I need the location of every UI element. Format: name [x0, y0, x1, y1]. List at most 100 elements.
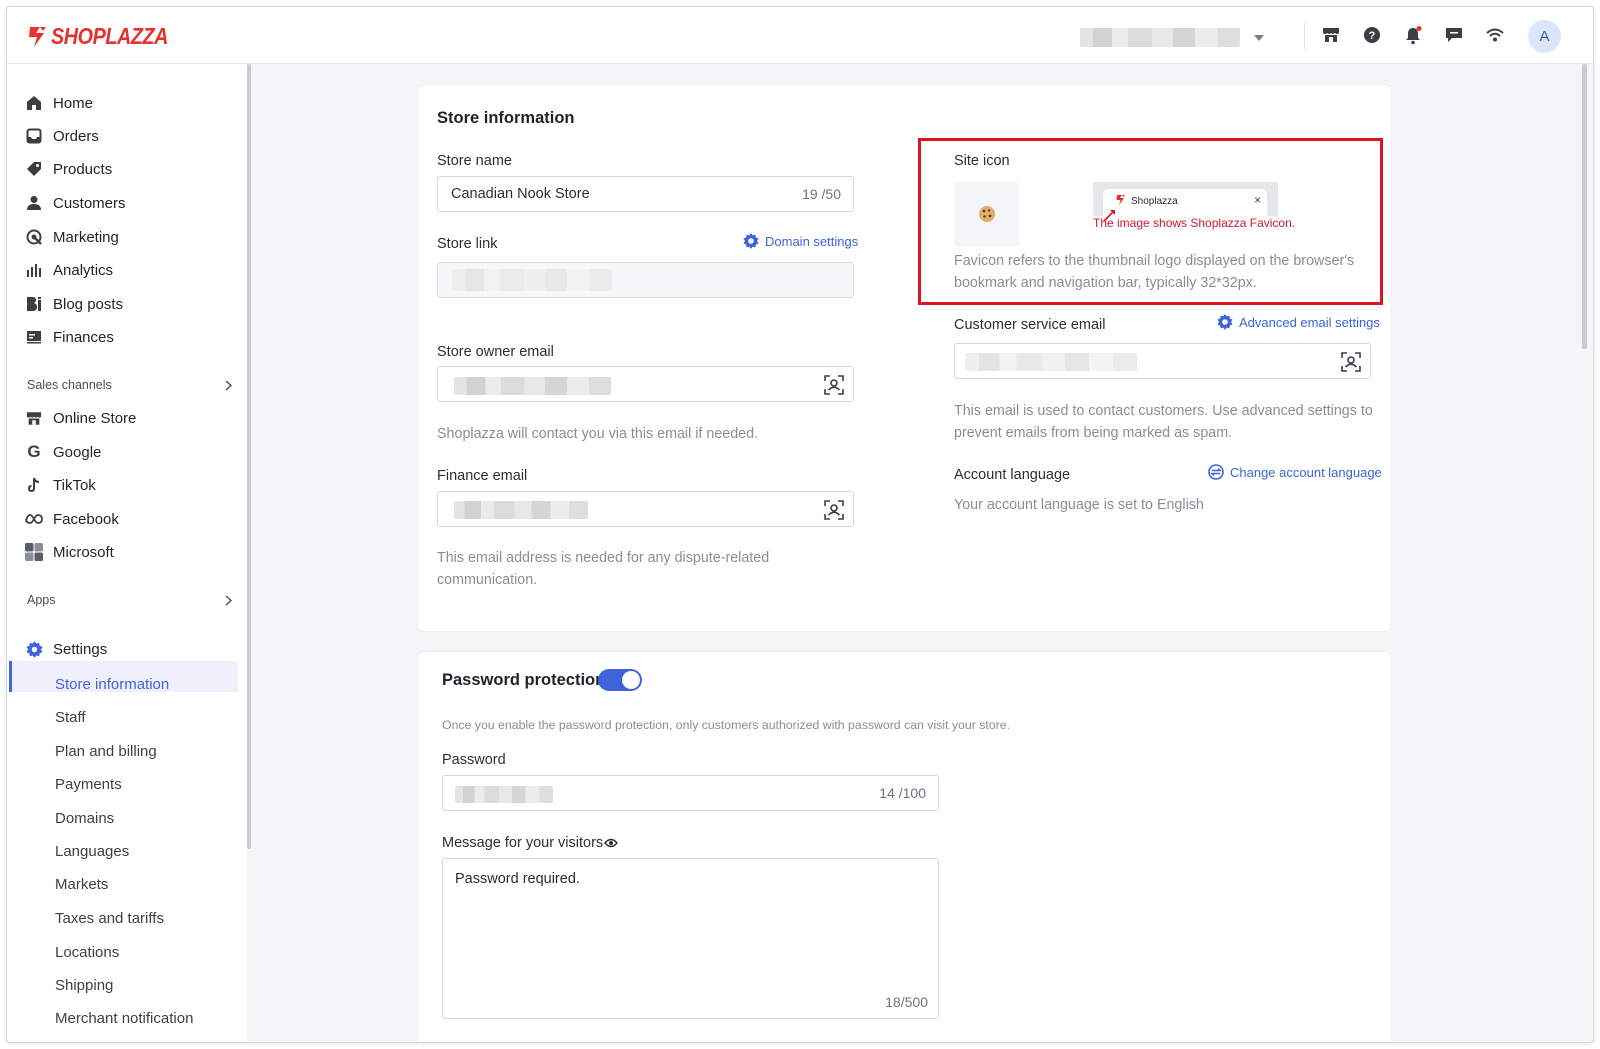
- message-label-text: Message for your visitors: [442, 835, 604, 851]
- domain-settings-label: Domain settings: [765, 233, 859, 249]
- advanced-email-settings-link[interactable]: Advanced email settings: [1217, 314, 1380, 330]
- sidebar-item-merchant-notification[interactable]: Merchant notification: [55, 1010, 193, 1027]
- apps-header[interactable]: Apps: [27, 593, 232, 607]
- sidebar-item-marketing[interactable]: Marketing: [25, 228, 119, 246]
- sidebar-item-label: Analytics: [53, 261, 114, 279]
- store-link-input[interactable]: [437, 262, 854, 298]
- sidebar-item-products[interactable]: Products: [25, 160, 112, 178]
- help-icon[interactable]: ?: [1361, 24, 1383, 46]
- sidebar-item-taxes[interactable]: Taxes and tariffs: [55, 910, 164, 927]
- change-account-language-link[interactable]: Change account language: [1208, 464, 1382, 480]
- main-scrollbar[interactable]: [1582, 64, 1587, 349]
- sales-channels-header[interactable]: Sales channels: [27, 378, 232, 392]
- password-count: 14 /100: [879, 785, 926, 801]
- eye-icon[interactable]: [604, 838, 619, 848]
- sidebar-item-store-information[interactable]: Store information: [55, 676, 169, 693]
- sidebar-item-shipping[interactable]: Shipping: [55, 977, 113, 994]
- sidebar-item-markets[interactable]: Markets: [55, 876, 108, 893]
- message-count: 18/500: [885, 994, 928, 1010]
- domain-settings-link[interactable]: Domain settings: [743, 233, 858, 249]
- sidebar-item-label: Online Store: [53, 409, 137, 427]
- finance-email-redacted: [454, 501, 588, 519]
- message-value: Password required.: [455, 871, 580, 887]
- password-protection-toggle[interactable]: [598, 669, 642, 691]
- owner-email-input[interactable]: [437, 366, 854, 402]
- sidebar-item-google[interactable]: G Google: [25, 442, 101, 461]
- store-name-value: Canadian Nook Store: [451, 186, 590, 202]
- contact-scan-icon[interactable]: [824, 500, 844, 520]
- store-icon[interactable]: [1320, 24, 1342, 46]
- google-icon: G: [27, 442, 41, 461]
- owner-email-label: Store owner email: [437, 344, 554, 360]
- sidebar-item-analytics[interactable]: Analytics: [25, 261, 113, 279]
- store-icon: [25, 409, 43, 427]
- owner-email-help: Shoplazza will contact you via this emai…: [437, 426, 759, 442]
- svg-text:?: ?: [1369, 30, 1376, 42]
- gear-icon: [743, 233, 759, 249]
- cs-email-redacted: [965, 353, 1137, 371]
- message-label: Message for your visitors: [442, 835, 619, 851]
- sidebar-item-online-store[interactable]: Online Store: [25, 409, 136, 427]
- store-name-label: Store name: [437, 153, 512, 169]
- site-icon-upload[interactable]: [954, 182, 1019, 246]
- store-switcher[interactable]: [1080, 28, 1264, 47]
- sidebar-item-microsoft[interactable]: Microsoft: [25, 543, 114, 561]
- gear-icon: [1217, 314, 1233, 330]
- shoplazza-logo[interactable]: SHOPLAZZA: [26, 23, 187, 50]
- finance-icon: [25, 328, 43, 346]
- sidebar-item-payments[interactable]: Payments: [55, 776, 122, 793]
- sidebar-item-orders[interactable]: Orders: [25, 127, 99, 145]
- sidebar-item-label: Orders: [53, 127, 99, 145]
- store-name-redacted: [1080, 28, 1240, 47]
- store-link-label: Store link: [437, 236, 498, 252]
- sidebar-item-customers[interactable]: Customers: [25, 194, 126, 212]
- language-switch-icon: [1208, 464, 1224, 480]
- finance-email-input[interactable]: [437, 491, 854, 527]
- sidebar-item-plan-billing[interactable]: Plan and billing: [55, 743, 157, 760]
- close-icon: ×: [1253, 193, 1261, 207]
- sidebar-item-tiktok[interactable]: TikTok: [25, 476, 96, 494]
- shoplazza-favicon-icon: [1116, 195, 1125, 205]
- orders-icon: [25, 127, 43, 145]
- contact-scan-icon[interactable]: [824, 375, 844, 395]
- apps-label: Apps: [27, 593, 56, 607]
- message-textarea[interactable]: Password required. 18/500: [442, 858, 939, 1019]
- favicon-help: Favicon refers to the thumbnail logo dis…: [954, 253, 1355, 291]
- sidebar-item-home[interactable]: Home: [25, 94, 93, 112]
- avatar[interactable]: A: [1528, 20, 1561, 53]
- sidebar-item-label: Blog posts: [53, 295, 124, 313]
- logo-text: SHOPLAZZA: [51, 23, 169, 49]
- password-label: Password: [442, 752, 506, 768]
- blog-icon: [25, 295, 43, 313]
- chat-icon[interactable]: [1443, 24, 1465, 46]
- tab-preview-text: Shoplazza: [1131, 196, 1178, 207]
- sidebar-item-label: Products: [53, 160, 113, 178]
- password-input[interactable]: 14 /100: [442, 775, 939, 811]
- site-icon-label: Site icon: [954, 153, 1010, 169]
- bell-icon[interactable]: [1402, 24, 1424, 46]
- store-information-title: Store information: [437, 109, 575, 127]
- sidebar-item-finances[interactable]: Finances: [25, 328, 114, 346]
- sidebar-item-domains[interactable]: Domains: [55, 810, 114, 827]
- sidebar-item-languages[interactable]: Languages: [55, 843, 129, 860]
- store-name-input[interactable]: Canadian Nook Store 19 /50: [437, 176, 854, 212]
- sidebar-item-blog-posts[interactable]: Blog posts: [25, 295, 123, 313]
- sidebar-item-locations[interactable]: Locations: [55, 944, 119, 961]
- sidebar-item-label: Finances: [53, 328, 114, 346]
- sidebar-item-label: TikTok: [53, 476, 96, 494]
- cs-email-input[interactable]: [954, 343, 1371, 379]
- sidebar-item-label: Home: [53, 94, 94, 112]
- change-account-language-label: Change account language: [1230, 464, 1382, 480]
- sidebar-scrollbar[interactable]: [247, 64, 251, 849]
- tiktok-icon: [25, 476, 43, 494]
- top-bar: SHOPLAZZA ? A: [7, 7, 1593, 64]
- wifi-icon[interactable]: [1484, 24, 1506, 46]
- contact-scan-icon[interactable]: [1341, 352, 1361, 372]
- sidebar-item-settings[interactable]: Settings: [25, 640, 107, 658]
- app-window: SHOPLAZZA ? A Home Orders Products Custo…: [6, 6, 1594, 1043]
- sidebar-item-staff[interactable]: Staff: [55, 709, 86, 726]
- sidebar-item-label: Customers: [53, 194, 126, 212]
- cs-email-help: This email is used to contact customers.…: [954, 403, 1373, 441]
- sidebar-item-label: Microsoft: [53, 543, 114, 561]
- sidebar-item-facebook[interactable]: Facebook: [25, 510, 119, 528]
